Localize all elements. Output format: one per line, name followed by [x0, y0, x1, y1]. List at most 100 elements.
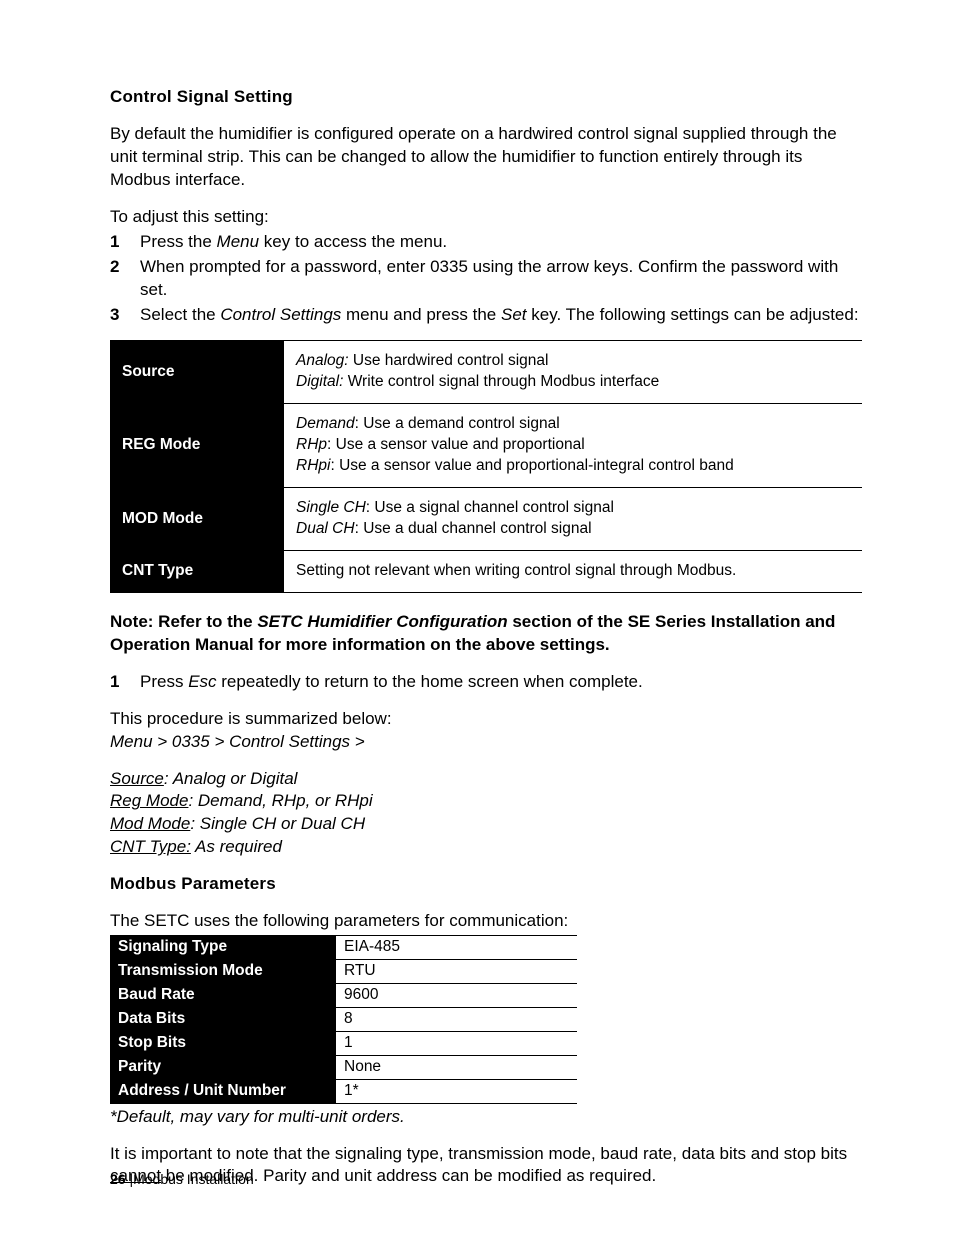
table-row: Data Bits8: [110, 1007, 577, 1031]
param-label: Baud Rate: [110, 983, 336, 1007]
footer-sep: |: [126, 1171, 134, 1187]
menu-name: Control Settings: [220, 305, 341, 324]
setting-option: Digital: Write control signal through Mo…: [296, 372, 850, 393]
option-name: Analog:: [296, 352, 349, 369]
option-desc: Write control signal through Modbus inte…: [343, 373, 659, 390]
setting-option: RHpi: Use a sensor value and proportiona…: [296, 456, 850, 477]
option-desc: Setting not relevant when writing contro…: [296, 562, 736, 579]
option-desc: Use hardwired control signal: [349, 352, 549, 369]
menu-key-name: Menu: [217, 232, 260, 251]
step-number: 2: [110, 256, 140, 302]
document-page: Control Signal Setting By default the hu…: [0, 0, 954, 1235]
summary-line-label: Reg Mode: [110, 791, 188, 810]
summary-line-label: CNT Type:: [110, 837, 191, 856]
table-row: Transmission ModeRTU: [110, 960, 577, 984]
page-number: 26: [110, 1171, 126, 1187]
setting-label: Source: [110, 341, 284, 404]
step-1: 1 Press the Menu key to access the menu.: [110, 231, 862, 254]
note-prefix: Note: Refer to the: [110, 612, 257, 631]
param-label: Parity: [110, 1055, 336, 1079]
note-reference: SETC Humidifier Configuration: [257, 612, 507, 631]
steps-list-2: 1 Press Esc repeatedly to return to the …: [110, 671, 862, 694]
param-label: Data Bits: [110, 1007, 336, 1031]
params-lead: The SETC uses the following parameters f…: [110, 910, 862, 933]
option-name: Single CH: [296, 499, 366, 516]
option-name: RHpi: [296, 457, 330, 474]
param-value: 1*: [336, 1079, 577, 1103]
summary-line-rest: : Single CH or Dual CH: [190, 814, 365, 833]
step-text: Select the Control Settings menu and pre…: [140, 304, 862, 327]
setting-option: Dual CH: Use a dual channel control sign…: [296, 519, 850, 540]
note-paragraph: Note: Refer to the SETC Humidifier Confi…: [110, 611, 862, 657]
summary-line-rest: : Analog or Digital: [164, 769, 298, 788]
text-fragment: repeatedly to return to the home screen …: [217, 672, 643, 691]
option-name: Demand: [296, 415, 355, 432]
step-2: 2 When prompted for a password, enter 03…: [110, 256, 862, 302]
option-name: Digital:: [296, 373, 343, 390]
summary-line-rest: : Demand, RHp, or RHpi: [188, 791, 372, 810]
params-footnote: *Default, may vary for multi-unit orders…: [110, 1106, 862, 1129]
step-text: When prompted for a password, enter 0335…: [140, 256, 862, 302]
setting-option: Analog: Use hardwired control signal: [296, 351, 850, 372]
heading-control-signal-setting: Control Signal Setting: [110, 86, 862, 109]
step-text: Press the Menu key to access the menu.: [140, 231, 862, 254]
text-fragment: Press: [140, 672, 188, 691]
table-row: ParityNone: [110, 1055, 577, 1079]
setting-option: Demand: Use a demand control signal: [296, 414, 850, 435]
param-label: Signaling Type: [110, 936, 336, 960]
table-row: CNT Type Setting not relevant when writin…: [110, 550, 862, 592]
step-esc: 1 Press Esc repeatedly to return to the …: [110, 671, 862, 694]
setting-description: Demand: Use a demand control signalRHp: …: [284, 404, 862, 488]
step-number: 1: [110, 231, 140, 254]
param-label: Address / Unit Number: [110, 1079, 336, 1103]
heading-modbus-parameters: Modbus Parameters: [110, 873, 862, 896]
footer-section: Modbus Installation: [133, 1171, 254, 1187]
param-label: Stop Bits: [110, 1031, 336, 1055]
text-fragment: key to access the menu.: [259, 232, 447, 251]
text-fragment: Select the: [140, 305, 220, 324]
setting-label: CNT Type: [110, 550, 284, 592]
step-number: 1: [110, 671, 140, 694]
summary-line-rest: As required: [191, 837, 282, 856]
adjust-lead: To adjust this setting:: [110, 206, 862, 229]
setting-description: Single CH: Use a signal channel control …: [284, 488, 862, 551]
setting-label: MOD Mode: [110, 488, 284, 551]
text-fragment: menu and press the: [341, 305, 501, 324]
setting-option: Setting not relevant when writing contro…: [296, 561, 850, 582]
key-name: Esc: [188, 672, 216, 691]
setting-option: Single CH: Use a signal channel control …: [296, 498, 850, 519]
text-fragment: Press the: [140, 232, 217, 251]
table-row: Stop Bits1: [110, 1031, 577, 1055]
option-name: RHp: [296, 436, 327, 453]
params-table: Signaling TypeEIA-485Transmission ModeRT…: [110, 935, 577, 1103]
param-label: Transmission Mode: [110, 960, 336, 984]
option-desc: : Use a signal channel control signal: [366, 499, 614, 516]
table-row: Source Analog: Use hardwired control sign…: [110, 341, 862, 404]
option-desc: : Use a demand control signal: [355, 415, 560, 432]
intro-paragraph: By default the humidifier is configured …: [110, 123, 862, 192]
table-row: Address / Unit Number1*: [110, 1079, 577, 1103]
table-row: Baud Rate9600: [110, 983, 577, 1007]
text-fragment: It is important to note that the signali…: [110, 1144, 847, 1163]
step-3: 3 Select the Control Settings menu and p…: [110, 304, 862, 327]
param-value: RTU: [336, 960, 577, 984]
summary-lead: This procedure is summarized below:: [110, 708, 862, 731]
step-text: Press Esc repeatedly to return to the ho…: [140, 671, 862, 694]
page-footer: 26 |Modbus Installation: [110, 1170, 254, 1189]
param-value: None: [336, 1055, 577, 1079]
setting-description: Setting not relevant when writing contro…: [284, 550, 862, 592]
param-value: 1: [336, 1031, 577, 1055]
settings-table: Source Analog: Use hardwired control sign…: [110, 340, 862, 592]
key-name: Set: [501, 305, 527, 324]
option-desc: : Use a sensor value and proportional-in…: [330, 457, 733, 474]
table-row: MOD Mode Single CH: Use a signal channel …: [110, 488, 862, 551]
option-desc: : Use a sensor value and proportional: [327, 436, 585, 453]
summary-lines: Source: Analog or Digital Reg Mode: Deman…: [110, 768, 862, 860]
param-value: EIA-485: [336, 936, 577, 960]
text-fragment: key. The following settings can be adjus…: [527, 305, 859, 324]
table-row: Signaling TypeEIA-485: [110, 936, 577, 960]
summary-line-label: Source: [110, 769, 164, 788]
table-row: REG Mode Demand: Use a demand control sig…: [110, 404, 862, 488]
steps-list-1: 1 Press the Menu key to access the menu.…: [110, 231, 862, 327]
setting-label: REG Mode: [110, 404, 284, 488]
